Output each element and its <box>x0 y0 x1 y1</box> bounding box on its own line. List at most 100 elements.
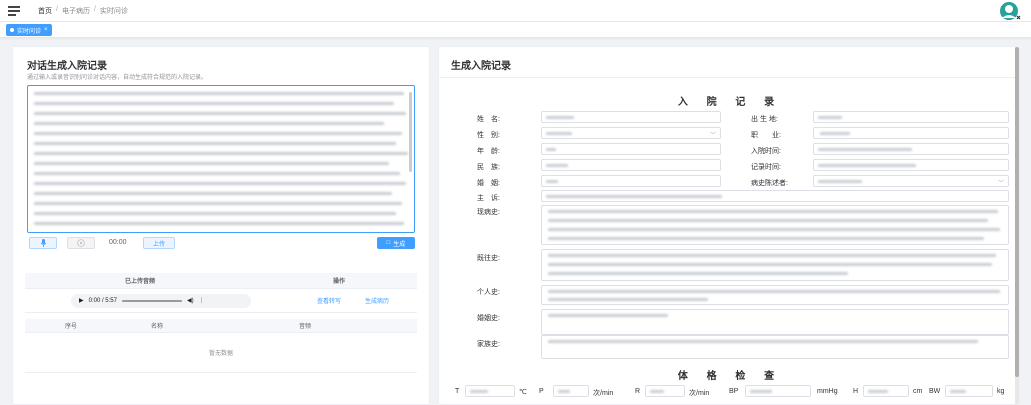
table-row: ▶ 0:00 / 5:57 ◀) ⋮ 查看转写 生成病历 <box>25 289 417 313</box>
label-admit-time: 入院时间: <box>751 148 781 155</box>
label-marriage: 婚 姻: <box>477 180 500 187</box>
label-name: 姓 名: <box>477 116 500 123</box>
admit-time-input[interactable] <box>813 143 1009 155</box>
tag-close-icon[interactable]: × <box>44 27 48 33</box>
stop-icon <box>77 239 85 247</box>
play-icon[interactable]: ▶ <box>79 297 84 304</box>
tags-view-bar: 实时问诊 × <box>0 22 1031 38</box>
view-transcript-link[interactable]: 查看转写 <box>317 296 341 305</box>
record-time-input[interactable] <box>813 159 1009 171</box>
body-weight-input[interactable] <box>945 385 993 397</box>
temperature-input[interactable] <box>465 385 515 397</box>
panel-subtitle: 通过输入或录音识别问诊对话内容，自动生成符合规范的入院记录。 <box>27 75 208 81</box>
breadcrumb: 首页 / 电子病历 / 实时问诊 <box>38 6 128 16</box>
tag-realtime-consultation[interactable]: 实时问诊 × <box>6 24 52 36</box>
birthplace-input[interactable] <box>813 111 1009 123</box>
present-illness-textarea[interactable] <box>541 205 1009 245</box>
header-actions: 操作 <box>333 279 346 285</box>
admission-record-panel: 生成入院记录 入 院 记 录 姓 名: 出 生 地: 性 别: ﹀ 职 业: 年… <box>438 46 1020 405</box>
header-uploaded-audio: 已上传音频 <box>125 279 156 285</box>
label-temperature: T <box>455 388 460 395</box>
informant-select[interactable]: ﹀ <box>813 175 1009 187</box>
generate-icon: □ <box>386 240 391 246</box>
panel-scrollbar[interactable] <box>1015 47 1019 404</box>
tag-active-dot-icon <box>10 28 14 32</box>
label-occupation: 职 业: <box>751 132 781 139</box>
upload-button[interactable]: 上传 <box>143 237 175 249</box>
unit-kg: kg <box>997 388 1005 395</box>
label-age: 年 龄: <box>477 148 500 155</box>
label-personal-history: 个人史: <box>477 289 500 296</box>
audio-player[interactable]: ▶ 0:00 / 5:57 ◀) ⋮ <box>71 293 251 308</box>
label-informant: 病史陈述者: <box>751 180 788 187</box>
generate-label: 生成 <box>393 241 406 248</box>
past-history-textarea[interactable] <box>541 249 1009 281</box>
breadcrumb-separator: / <box>93 5 96 13</box>
generate-button[interactable]: □ 生成 <box>377 237 415 249</box>
unit-respiration: 次/min <box>689 390 710 397</box>
chief-complaint-input[interactable] <box>541 190 1009 202</box>
user-avatar[interactable] <box>999 1 1023 21</box>
label-present-illness: 现病史: <box>477 209 500 216</box>
gender-select[interactable]: ﹀ <box>541 127 721 139</box>
respiration-input[interactable] <box>645 385 685 397</box>
unit-cm: cm <box>913 388 923 395</box>
height-input[interactable] <box>863 385 909 397</box>
name-input[interactable] <box>541 111 721 123</box>
blood-pressure-input[interactable] <box>745 385 811 397</box>
label-past-history: 既往史: <box>477 255 500 262</box>
breadcrumb-emr[interactable]: 电子病历 <box>62 6 90 16</box>
age-input[interactable] <box>541 143 721 155</box>
marriage-input[interactable] <box>541 175 721 187</box>
label-gender: 性 别: <box>477 132 500 139</box>
occupation-input[interactable] <box>813 127 1009 139</box>
divider <box>439 77 1019 78</box>
menu-toggle-icon[interactable] <box>8 5 20 16</box>
label-pulse: P <box>539 388 544 395</box>
family-history-textarea[interactable] <box>541 335 1009 359</box>
dialogue-textarea[interactable] <box>27 85 415 233</box>
chevron-down-icon: ﹀ <box>997 181 1004 187</box>
recording-controls: 00:00 上传 □ 生成 <box>27 237 415 251</box>
label-blood-pressure: BP <box>729 388 739 395</box>
panel-title: 生成入院记录 <box>451 61 511 72</box>
label-birthplace: 出 生 地: <box>751 116 778 123</box>
volume-icon[interactable]: ◀) <box>187 297 194 304</box>
chevron-down-icon: ﹀ <box>709 133 716 139</box>
marital-history-textarea[interactable] <box>541 309 1009 335</box>
unit-mmhg: mmHg <box>817 388 838 395</box>
recording-timer: 00:00 <box>109 239 127 246</box>
record-title: 入 院 记 录 <box>677 97 783 108</box>
textarea-scrollbar[interactable] <box>409 92 412 172</box>
panel-title: 对话生成入院记录 <box>27 61 107 72</box>
header-name: 名称 <box>151 324 164 330</box>
label-family-history: 家族史: <box>477 341 500 348</box>
stop-button[interactable] <box>67 237 95 249</box>
generate-record-link[interactable]: 生成病历 <box>365 296 389 305</box>
audio-table: 已上传音频 操作 ▶ 0:00 / 5:57 ◀) ⋮ 查看转写 生成病历 序号… <box>25 273 417 373</box>
ethnicity-input[interactable] <box>541 159 721 171</box>
personal-history-textarea[interactable] <box>541 285 1009 305</box>
label-marital-history: 婚姻史: <box>477 315 500 322</box>
header-audio: 音频 <box>299 324 312 330</box>
microphone-icon <box>40 239 46 247</box>
pulse-input[interactable] <box>553 385 589 397</box>
breadcrumb-current: 实时问诊 <box>99 7 128 15</box>
record-button[interactable] <box>29 237 57 249</box>
label-record-time: 记录时间: <box>751 164 781 171</box>
exam-title: 体 格 检 查 <box>677 371 783 382</box>
audio-progress-bar[interactable] <box>121 299 182 302</box>
unit-pulse: 次/min <box>593 390 614 397</box>
unit-celsius: ℃ <box>519 389 527 396</box>
empty-state: 暂无数据 <box>25 333 417 373</box>
label-body-weight: BW <box>929 388 941 395</box>
dialogue-panel: 对话生成入院记录 通过输入或录音识别问诊对话内容，自动生成符合规范的入院记录。 … <box>12 46 430 405</box>
top-bar: 首页 / 电子病历 / 实时问诊 <box>0 0 1031 22</box>
breadcrumb-home[interactable]: 首页 <box>38 6 52 16</box>
tag-label: 实时问诊 <box>17 28 42 35</box>
label-height: H <box>853 388 859 395</box>
more-options-icon[interactable]: ⋮ <box>199 297 205 304</box>
file-table-header: 序号 名称 音频 <box>25 319 417 333</box>
breadcrumb-separator: / <box>56 5 58 13</box>
header-index: 序号 <box>65 324 78 330</box>
